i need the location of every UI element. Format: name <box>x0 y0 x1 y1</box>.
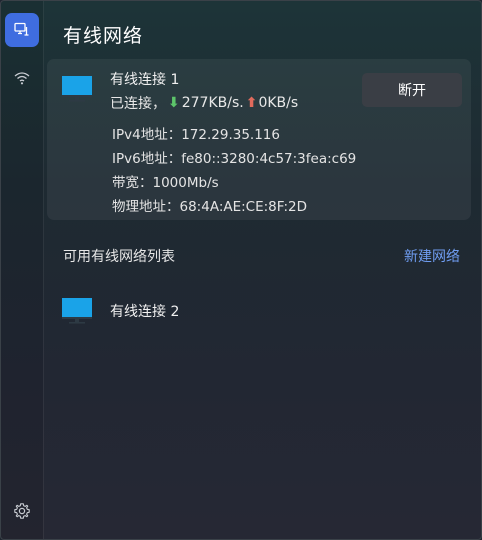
list-item[interactable]: 有线连接 2 <box>47 289 471 333</box>
detail-value: 172.29.35.116 <box>181 127 280 143</box>
monitor-icon <box>62 76 92 102</box>
detail-label: 带宽： <box>112 175 153 191</box>
network-window: 有线网络 有线连接 1 已连接， ⬇ 277KB/s. ⬆ 0KB/s 断开 I… <box>0 0 482 540</box>
new-network-link[interactable]: 新建网络 <box>404 246 460 266</box>
detail-ipv4: IPv4地址：172.29.35.116 <box>112 123 280 143</box>
monitor-icon <box>62 298 92 324</box>
detail-label: IPv6地址： <box>112 151 182 167</box>
connected-network-card: 有线连接 1 已连接， ⬇ 277KB/s. ⬆ 0KB/s 断开 IPv4地址… <box>47 59 471 220</box>
wired-network-icon <box>14 22 29 36</box>
detail-mac: 物理地址：68:4A:AE:CE:8F:2D <box>112 195 307 215</box>
download-arrow-icon: ⬇ <box>168 95 180 111</box>
available-networks-title: 可用有线网络列表 <box>63 249 175 265</box>
sidebar-item-wired[interactable] <box>5 13 39 47</box>
download-speed: 277KB/s. <box>181 95 244 111</box>
sidebar <box>1 1 44 539</box>
detail-label: 物理地址： <box>112 199 180 215</box>
page-title: 有线网络 <box>63 25 144 47</box>
disconnect-button[interactable]: 断开 <box>362 73 462 107</box>
connection-name: 有线连接 1 <box>110 72 180 88</box>
sidebar-item-wifi[interactable] <box>5 61 39 95</box>
upload-arrow-icon: ⬆ <box>245 95 258 111</box>
detail-value: 68:4A:AE:CE:8F:2D <box>179 199 308 215</box>
network-name: 有线连接 2 <box>110 304 180 320</box>
detail-value: 1000Mb/s <box>152 175 219 191</box>
detail-value: fe80::3280:4c57:3fea:c69 <box>181 151 357 167</box>
gear-icon <box>14 503 30 519</box>
detail-bandwidth: 带宽：1000Mb/s <box>112 171 219 191</box>
status-text: 已连接， <box>110 96 166 112</box>
settings-button[interactable] <box>5 494 39 528</box>
detail-label: IPv4地址： <box>112 127 182 143</box>
connection-status: 已连接， ⬇ 277KB/s. ⬆ 0KB/s <box>110 93 298 113</box>
wifi-icon <box>14 72 30 85</box>
detail-ipv6: IPv6地址：fe80::3280:4c57:3fea:c69 <box>112 147 356 167</box>
upload-speed: 0KB/s <box>258 95 299 111</box>
